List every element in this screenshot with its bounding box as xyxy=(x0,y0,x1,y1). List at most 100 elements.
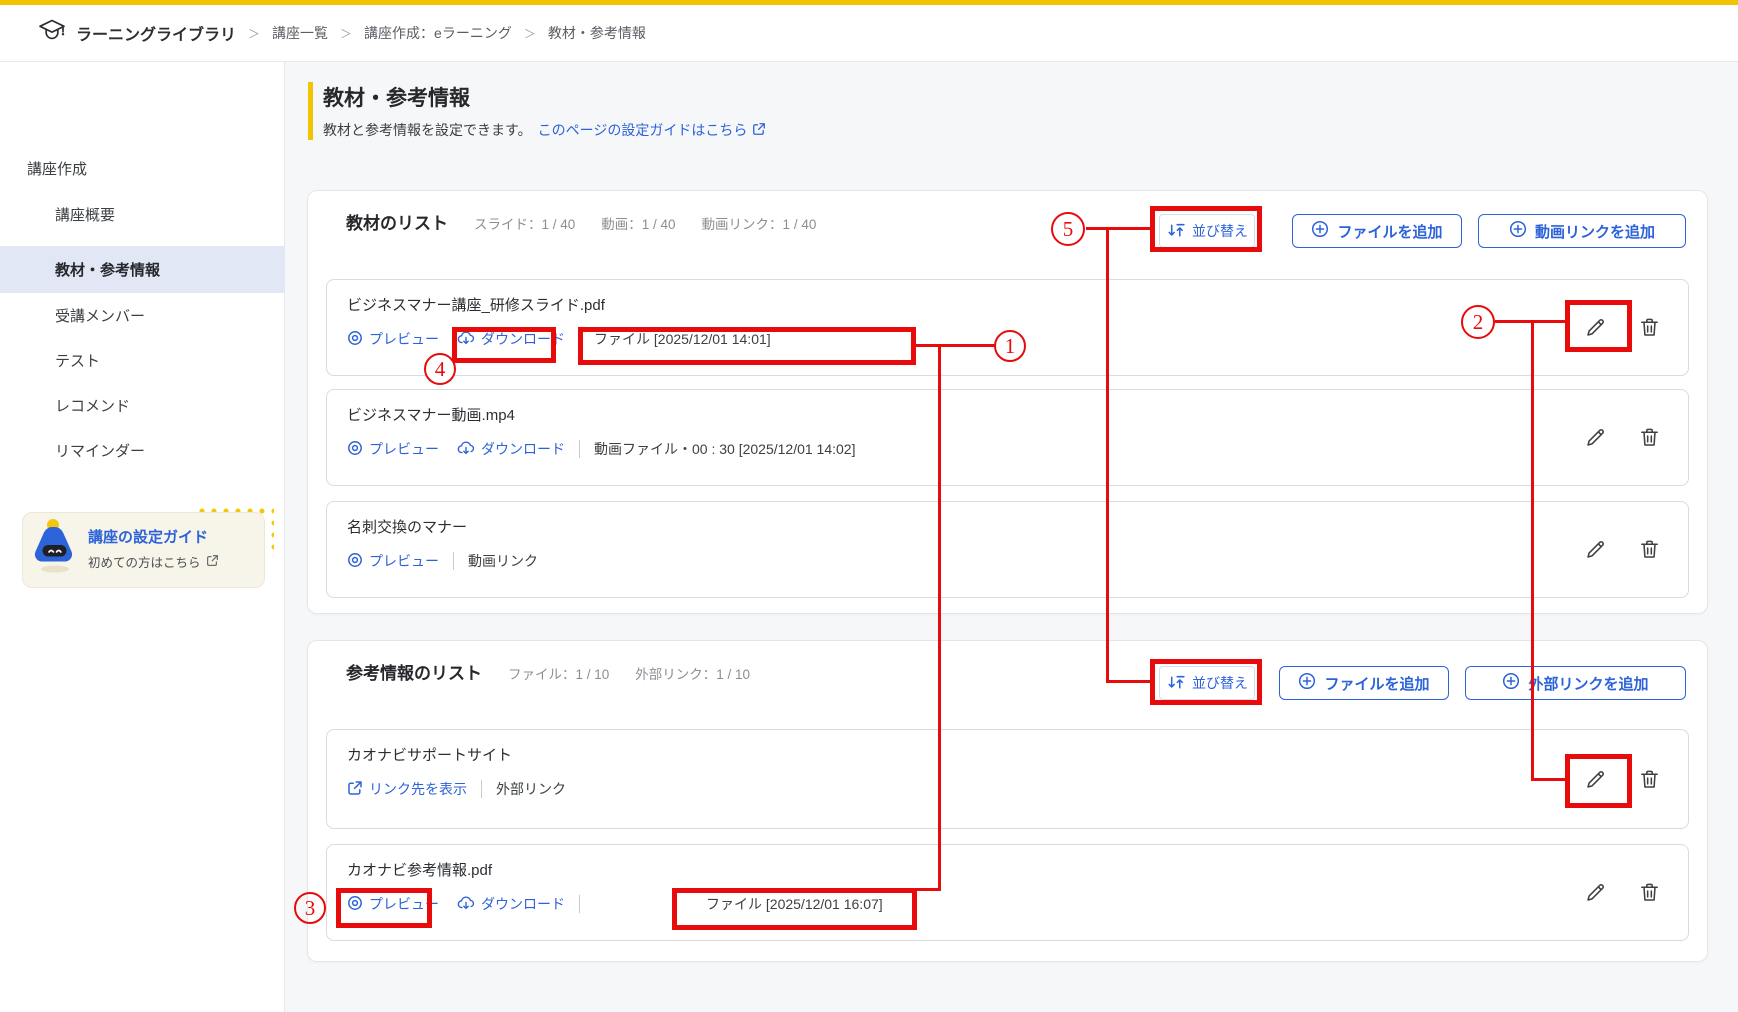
preview-link-label: プレビュー xyxy=(369,894,439,914)
divider xyxy=(481,780,482,798)
reference-title: カオナビサポートサイト xyxy=(347,744,512,765)
plus-circle-icon xyxy=(1509,220,1527,242)
preview-link[interactable]: プレビュー xyxy=(347,439,439,459)
eye-icon xyxy=(347,440,363,459)
edit-button[interactable] xyxy=(1582,880,1608,906)
material-links: プレビュー ダウンロード ファイル [2025/12/01 14:01] xyxy=(347,326,771,352)
preview-link[interactable]: プレビュー xyxy=(347,329,439,349)
divider xyxy=(579,895,580,913)
delete-button[interactable] xyxy=(1636,425,1662,451)
add-file-button-label: ファイルを追加 xyxy=(1324,673,1429,694)
download-link[interactable]: ダウンロード xyxy=(457,329,565,349)
divider xyxy=(453,552,454,570)
page-title: 教材・参考情報 xyxy=(323,82,470,112)
robot-mascot-icon xyxy=(30,514,82,579)
open-link-label: リンク先を表示 xyxy=(369,779,467,799)
materials-title: 教材のリスト xyxy=(346,209,448,234)
sidebar-item-recommend[interactable]: レコメンド xyxy=(0,382,285,428)
references-count-external-links: 外部リンク：1 / 10 xyxy=(635,663,750,683)
delete-button[interactable] xyxy=(1636,766,1662,792)
references-title: 参考情報のリスト xyxy=(346,659,482,684)
preview-link-label: プレビュー xyxy=(369,329,439,349)
sidebar: 講座作成 講座概要 教材・参考情報 受講メンバー テスト レコメンド リマインダ… xyxy=(0,62,285,1012)
reference-row-external-site: カオナビサポートサイト リンク先を表示 外部リンク xyxy=(326,729,1689,829)
preview-link[interactable]: プレビュー xyxy=(347,551,439,571)
eye-icon xyxy=(347,895,363,914)
references-count-files: ファイル：1 / 10 xyxy=(508,663,609,683)
breadcrumb: ラーニングライブラリ ＞ 講座一覧 ＞ 講座作成：eラーニング ＞ 教材・参考情… xyxy=(0,5,1738,62)
guide-banner-link-label: 初めての方はこちら xyxy=(88,552,201,571)
row-actions xyxy=(1582,845,1662,940)
external-link-icon xyxy=(347,780,363,799)
breadcrumb-item-course-list[interactable]: 講座一覧 xyxy=(272,23,328,43)
download-link-label: ダウンロード xyxy=(481,894,565,914)
app-logo[interactable]: ラーニングライブラリ xyxy=(38,18,236,49)
material-links: プレビュー ダウンロード 動画ファイル・00 : 30 [2025/12/01 … xyxy=(347,436,855,462)
row-actions xyxy=(1582,280,1662,375)
divider xyxy=(579,330,580,348)
cloud-download-icon xyxy=(457,895,475,914)
preview-link[interactable]: プレビュー xyxy=(347,894,439,914)
material-row-slide-pdf: ビジネスマナー講座_研修スライド.pdf プレビュー ダウンロード ファイル [… xyxy=(326,279,1689,376)
sort-button-label: 並び替え xyxy=(1192,221,1248,241)
reference-row-file-pdf: カオナビ参考情報.pdf プレビュー ダウンロード ファイル [2025/12/… xyxy=(326,844,1689,941)
edit-button[interactable] xyxy=(1582,315,1608,341)
references-card: 参考情報のリスト ファイル：1 / 10 外部リンク：1 / 10 並び替え フ… xyxy=(307,640,1708,962)
page-title-accent xyxy=(308,82,313,140)
download-link-label: ダウンロード xyxy=(481,329,565,349)
references-add-file-button[interactable]: ファイルを追加 xyxy=(1279,666,1449,700)
sidebar-item-materials[interactable]: 教材・参考情報 xyxy=(0,246,285,293)
breadcrumb-item-course-create[interactable]: 講座作成：eラーニング xyxy=(364,23,512,43)
materials-header: 教材のリスト スライド：1 / 40 動画：1 / 40 動画リンク：1 / 4… xyxy=(346,209,816,234)
download-link[interactable]: ダウンロード xyxy=(457,439,565,459)
references-add-external-link-button[interactable]: 外部リンクを追加 xyxy=(1465,666,1686,700)
row-actions xyxy=(1582,730,1662,828)
reference-links: リンク先を表示 外部リンク xyxy=(347,776,566,802)
eye-icon xyxy=(347,330,363,349)
cloud-download-icon xyxy=(457,330,475,349)
edit-button[interactable] xyxy=(1582,766,1608,792)
sidebar-item-test[interactable]: テスト xyxy=(0,337,285,383)
materials-add-file-button[interactable]: ファイルを追加 xyxy=(1292,214,1462,248)
material-meta: ファイル [2025/12/01 14:01] xyxy=(594,329,771,349)
material-row-video-mp4: ビジネスマナー動画.mp4 プレビュー ダウンロード 動画ファイル・00 : 3… xyxy=(326,389,1689,486)
external-link-icon xyxy=(752,122,766,139)
delete-button[interactable] xyxy=(1636,880,1662,906)
add-external-link-button-label: 外部リンクを追加 xyxy=(1528,673,1648,694)
materials-add-video-link-button[interactable]: 動画リンクを追加 xyxy=(1478,214,1686,248)
references-header: 参考情報のリスト ファイル：1 / 10 外部リンク：1 / 10 xyxy=(346,659,750,684)
reference-links: プレビュー ダウンロード ファイル [2025/12/01 16:07] xyxy=(347,891,883,917)
guide-banner-link[interactable]: 初めての方はこちら xyxy=(88,552,219,571)
material-title: ビジネスマナー動画.mp4 xyxy=(347,404,515,425)
breadcrumb-item-current: 教材・参考情報 xyxy=(548,23,646,43)
references-sort-button[interactable]: 並び替え xyxy=(1159,666,1255,700)
preview-link-label: プレビュー xyxy=(369,551,439,571)
open-link[interactable]: リンク先を表示 xyxy=(347,779,467,799)
sort-button-label: 並び替え xyxy=(1192,673,1248,693)
add-video-link-button-label: 動画リンクを追加 xyxy=(1535,221,1655,242)
sort-icon xyxy=(1166,674,1185,693)
edit-button[interactable] xyxy=(1582,425,1608,451)
edit-button[interactable] xyxy=(1582,537,1608,563)
reference-meta: ファイル [2025/12/01 16:07] xyxy=(706,894,883,914)
delete-button[interactable] xyxy=(1636,315,1662,341)
cloud-download-icon xyxy=(457,440,475,459)
external-link-icon xyxy=(206,554,219,570)
page-description: 教材と参考情報を設定できます。 このページの設定ガイドはこちら xyxy=(323,120,766,140)
app-window: ラーニングライブラリ ＞ 講座一覧 ＞ 講座作成：eラーニング ＞ 教材・参考情… xyxy=(0,0,1738,1012)
reference-meta: 外部リンク xyxy=(496,779,566,799)
sidebar-item-course-overview[interactable]: 講座概要 xyxy=(0,191,285,237)
sidebar-item-members[interactable]: 受講メンバー xyxy=(0,292,285,338)
materials-count-slides: スライド：1 / 40 xyxy=(474,213,575,233)
sidebar-item-reminder[interactable]: リマインダー xyxy=(0,427,285,473)
graduation-cap-icon xyxy=(38,18,66,49)
material-title: 名刺交換のマナー xyxy=(347,516,467,537)
breadcrumb-separator: ＞ xyxy=(340,25,352,42)
divider xyxy=(579,440,580,458)
delete-button[interactable] xyxy=(1636,537,1662,563)
page-guide-link[interactable]: このページの設定ガイドはこちら xyxy=(538,120,767,140)
materials-count-video-links: 動画リンク：1 / 40 xyxy=(702,213,817,233)
reference-title: カオナビ参考情報.pdf xyxy=(347,859,492,880)
materials-sort-button[interactable]: 並び替え xyxy=(1159,214,1255,248)
download-link[interactable]: ダウンロード xyxy=(457,894,565,914)
